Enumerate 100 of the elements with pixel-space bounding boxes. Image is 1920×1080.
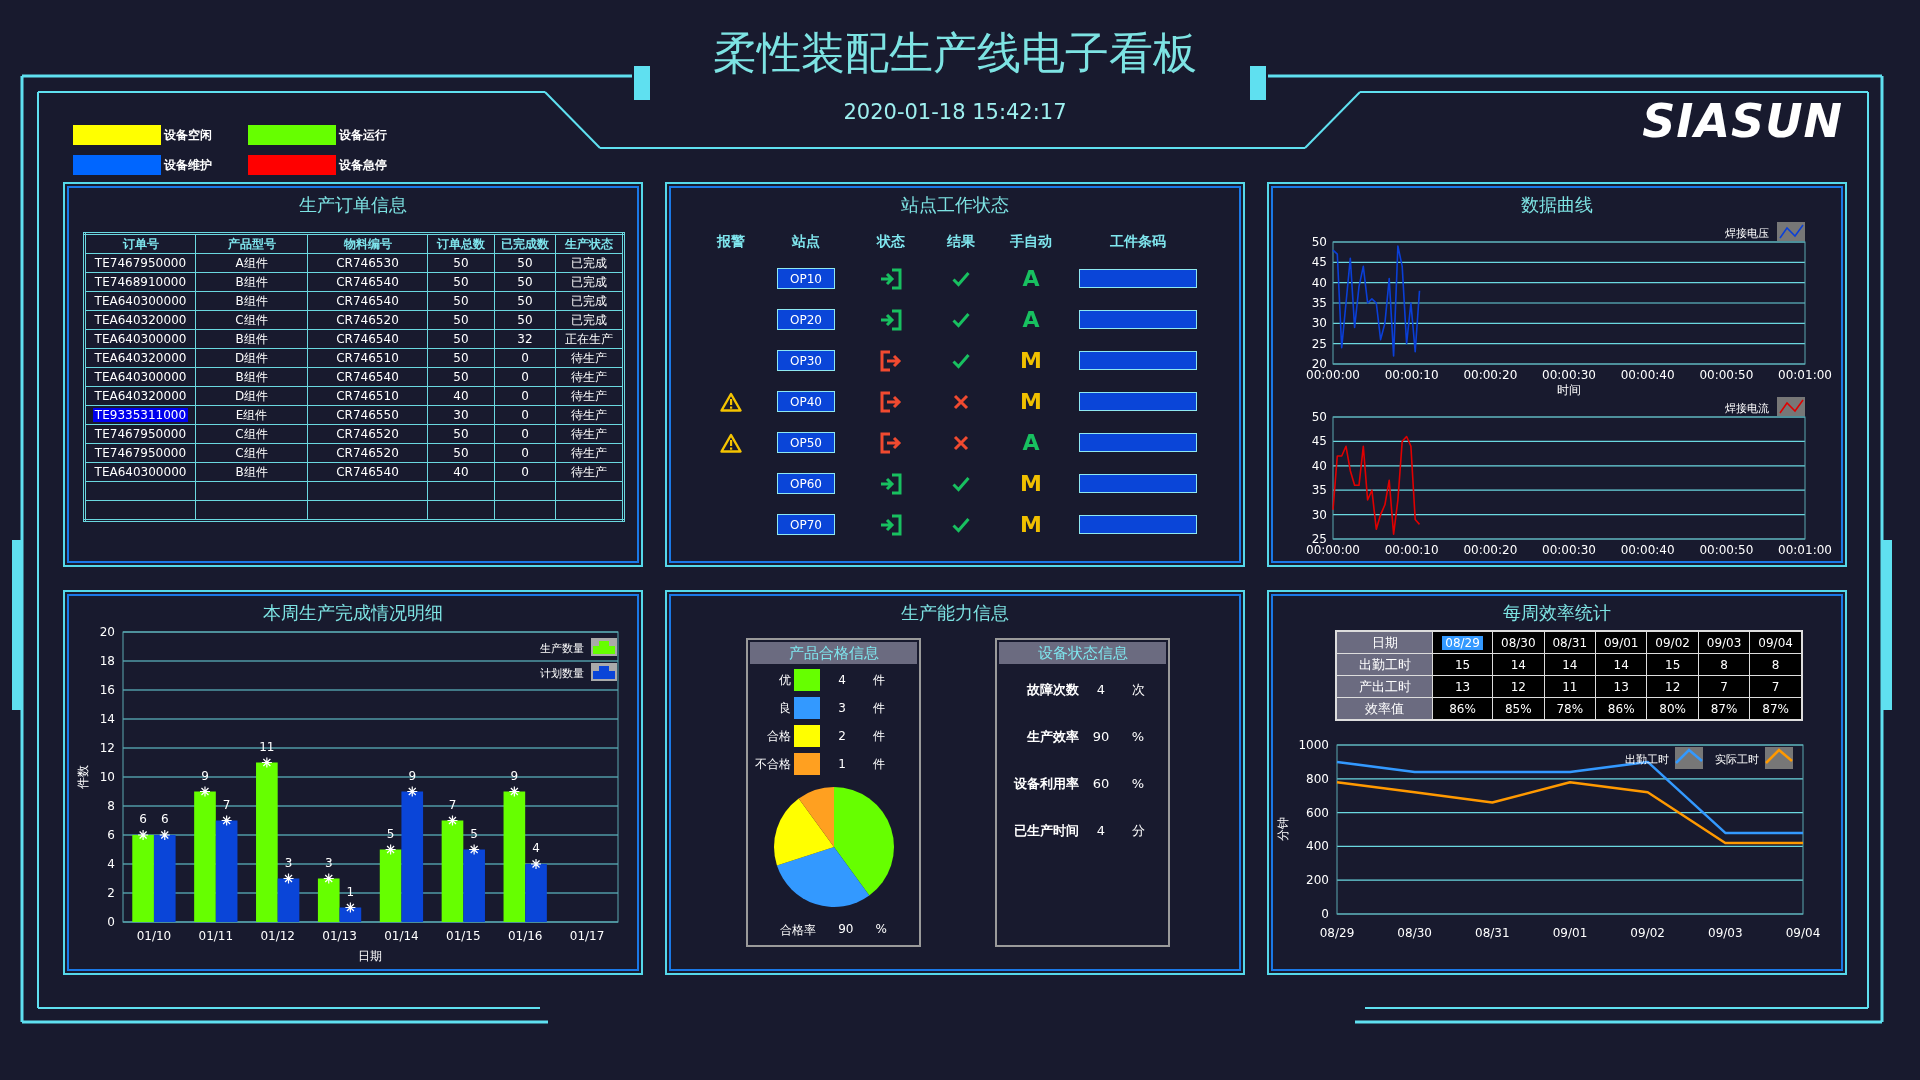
metric-label: 故障次数 [1026, 680, 1079, 699]
table-cell: CR746540 [307, 462, 428, 482]
barcode-field[interactable] [1079, 269, 1197, 288]
legend-swatch-icon [591, 638, 617, 656]
panel-title: 本周生产完成情况明细 [262, 601, 444, 625]
axis-tick-label: 45 [1311, 434, 1327, 449]
table-cell: TE7468910000 [84, 272, 196, 292]
data-label: 6 [160, 812, 169, 826]
column-header: 工件条码 [1109, 233, 1167, 251]
axis-tick-label: 00:00:50 [1699, 543, 1754, 557]
table-cell: 13 [1595, 675, 1647, 698]
station-button[interactable]: OP50 [777, 432, 835, 453]
datetime: 2020-01-18 15:42:17 [843, 100, 1067, 124]
data-label: 6 [139, 812, 147, 826]
card-title: 设备状态信息 [999, 642, 1166, 664]
table-cell: 0 [494, 386, 556, 406]
table-cell: D组件 [195, 386, 308, 406]
mode-indicator: M [1020, 389, 1042, 414]
mode-indicator: M [1020, 348, 1042, 373]
data-label: 3 [324, 855, 333, 870]
axis-tick-label: 800 [1306, 771, 1329, 786]
marker-icon [137, 829, 149, 841]
legend-swatch-icon [591, 663, 617, 681]
table-cell: CR746540 [307, 291, 428, 311]
data-label: 9 [201, 768, 209, 783]
metric-label: 已生产时间 [1013, 821, 1079, 840]
marker-icon [261, 756, 273, 769]
panel-title: 站点工作状态 [900, 193, 1010, 217]
table-cell: 09/02 [1646, 631, 1699, 654]
legend-label: 设备急停 [339, 156, 387, 174]
station-button[interactable]: OP70 [777, 514, 835, 535]
axis-tick-label: 18 [99, 654, 115, 668]
axis-tick-label: 09/04 [1785, 926, 1821, 940]
dashboard-title: 柔性装配生产线电子看板 [713, 28, 1197, 78]
legend-label: 焊接电流 [1725, 402, 1769, 415]
axis-tick-label: 45 [1311, 255, 1327, 270]
data-label: 1 [346, 884, 355, 899]
panel-title: 数据曲线 [1520, 193, 1594, 217]
marker-icon [468, 843, 480, 856]
table-cell: TE7467950000 [84, 424, 196, 444]
table-cell: 0 [494, 367, 556, 387]
unit-label: % [875, 922, 887, 938]
table-cell: CR746510 [307, 386, 428, 406]
axis-tick-label: 6 [107, 828, 115, 842]
data-label: 9 [510, 768, 519, 783]
metric-value: 60 [1091, 776, 1111, 791]
axis-tick-label: 25 [1311, 336, 1327, 351]
table-cell: 12 [1646, 675, 1699, 698]
axis-tick-label: 2 [107, 886, 115, 900]
table-cell: 0 [494, 424, 556, 444]
barcode-field[interactable] [1079, 310, 1197, 329]
row-header: 日期 [1336, 631, 1433, 654]
data-label: 7 [222, 797, 231, 812]
table-cell: 50 [427, 367, 495, 387]
table-cell: 50 [427, 348, 495, 368]
table-cell: TE7467950000 [84, 443, 196, 463]
table-cell: 13 [1432, 675, 1493, 698]
table-cell: B组件 [195, 367, 308, 387]
legend-swatch-icon [1765, 747, 1793, 769]
rate-label: 合格率 [780, 922, 817, 939]
table-cell: 0 [494, 405, 556, 425]
barcode-field[interactable] [1079, 433, 1197, 452]
axis-tick-label: 00:01:00 [1778, 368, 1832, 382]
table-cell: C组件 [195, 310, 308, 330]
axis-tick-label: 00:00:30 [1542, 368, 1596, 382]
column-header: 站点 [791, 233, 821, 251]
station-button[interactable]: OP60 [777, 473, 835, 494]
column-header: 报警 [715, 233, 746, 251]
table-cell: 50 [427, 424, 495, 444]
station-button[interactable]: OP10 [777, 268, 835, 289]
column-header: 物料编号 [307, 233, 428, 254]
grade-count: 2 [837, 729, 847, 743]
table-cell: A组件 [195, 253, 308, 273]
station-button[interactable]: OP20 [777, 309, 835, 330]
axis-tick-label: 50 [1311, 235, 1327, 249]
column-header: 结果 [946, 233, 976, 251]
axis-tick-label: 08/31 [1475, 926, 1510, 940]
card-title: 产品合格信息 [750, 642, 917, 664]
station-button[interactable]: OP40 [777, 391, 835, 412]
table-cell: TEA640320000 [84, 348, 196, 368]
unit-label: 件 [872, 671, 886, 689]
barcode-field[interactable] [1079, 474, 1197, 493]
station-button[interactable]: OP30 [777, 350, 835, 371]
table-cell: 0 [494, 348, 556, 368]
axis-tick-label: 00:00:50 [1699, 368, 1754, 382]
table-cell: 7 [1698, 675, 1750, 698]
metric-value: 4 [1095, 682, 1107, 697]
axis-tick-label: 00:01:00 [1778, 543, 1832, 557]
data-label: 5 [470, 826, 478, 841]
barcode-field[interactable] [1079, 515, 1197, 534]
table-cell: 50 [427, 253, 495, 273]
table-cell: 14 [1595, 653, 1647, 676]
mode-indicator: A [1022, 307, 1040, 332]
barcode-field[interactable] [1079, 351, 1197, 370]
table-cell: 15 [1432, 653, 1493, 676]
table-cell: CR746540 [307, 329, 428, 349]
table-cell: 09/01 [1595, 631, 1647, 654]
axis-label: 件数 [76, 765, 90, 789]
barcode-field[interactable] [1079, 392, 1197, 411]
axis-tick-label: 200 [1306, 873, 1329, 888]
